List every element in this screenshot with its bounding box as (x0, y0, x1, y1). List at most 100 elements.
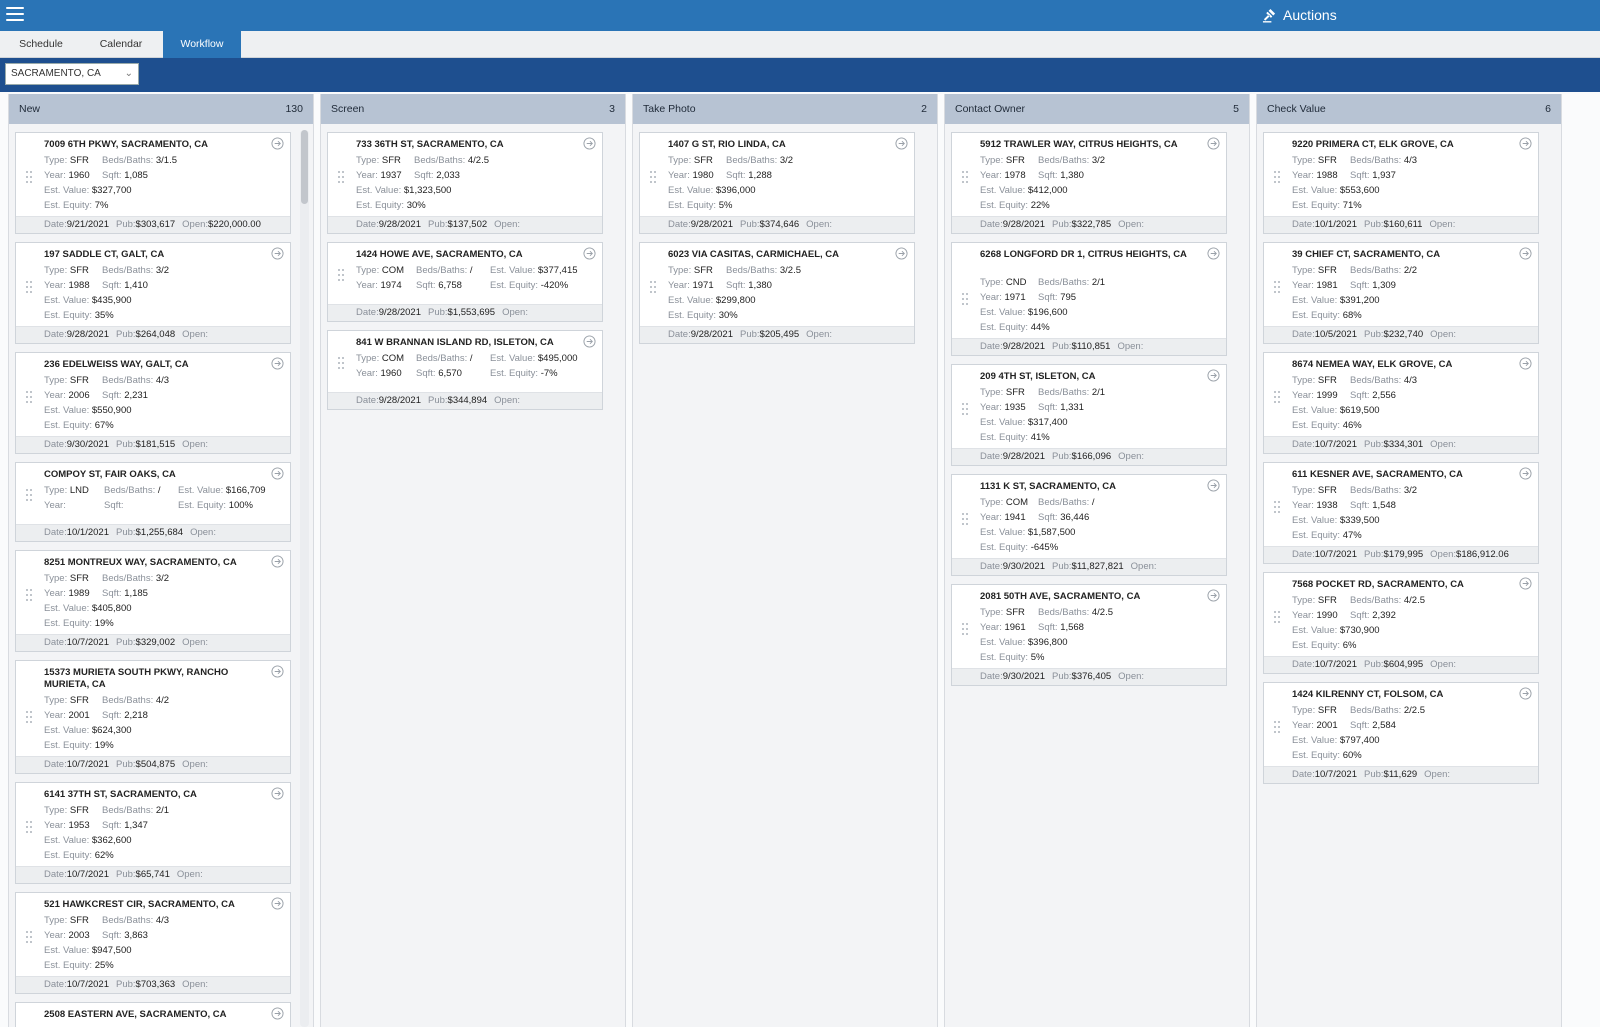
column-scrollbar[interactable] (300, 130, 309, 1027)
property-card[interactable]: 733 36TH ST, SACRAMENTO, CA Type: SFR Beds… (327, 132, 603, 234)
property-card[interactable]: 6141 37TH ST, SACRAMENTO, CA Type: SFR Bed… (15, 782, 291, 884)
property-card[interactable]: 7568 POCKET RD, SACRAMENTO, CA Type: SFR B… (1263, 572, 1539, 674)
property-card[interactable]: 5912 TRAWLER WAY, CITRUS HEIGHTS, CA Type… (951, 132, 1227, 234)
drag-handle-icon[interactable] (650, 281, 656, 293)
arrow-circle-right-icon[interactable] (1207, 137, 1220, 150)
arrow-circle-right-icon[interactable] (1519, 357, 1532, 370)
drag-handle-icon[interactable] (962, 171, 968, 183)
property-card[interactable]: 236 EDELWEISS WAY, GALT, CA Type: SFR Beds… (15, 352, 291, 454)
arrow-circle-right-icon[interactable] (1519, 577, 1532, 590)
location-select[interactable]: SACRAMENTO, CA ⌄ (5, 63, 139, 85)
property-card[interactable]: 1424 KILRENNY CT, FOLSOM, CA Type: SFR Bed… (1263, 682, 1539, 784)
drag-handle-icon[interactable] (338, 269, 344, 281)
drag-handle-icon[interactable] (338, 357, 344, 369)
property-card[interactable]: 1424 HOWE AVE, SACRAMENTO, CA Type: COM Be… (327, 242, 603, 322)
footer-pub-value: $264,048 (135, 329, 176, 340)
arrow-circle-right-icon[interactable] (1207, 479, 1220, 492)
property-card[interactable]: 841 W BRANNAN ISLAND RD, ISLETON, CA Type… (327, 330, 603, 410)
drag-handle-icon[interactable] (650, 171, 656, 183)
property-card[interactable]: 2508 EASTERN AVE, SACRAMENTO, CA (15, 1002, 291, 1027)
arrow-circle-right-icon[interactable] (1519, 687, 1532, 700)
arrow-circle-right-icon[interactable] (1207, 247, 1220, 260)
arrow-circle-right-icon[interactable] (271, 467, 284, 480)
property-card[interactable]: 8251 MONTREUX WAY, SACRAMENTO, CA Type: S… (15, 550, 291, 652)
arrow-circle-right-icon[interactable] (271, 787, 284, 800)
property-card[interactable]: 2081 50TH AVE, SACRAMENTO, CA Type: SFR Be… (951, 584, 1227, 686)
arrow-circle-right-icon[interactable] (583, 335, 596, 348)
drag-handle-icon[interactable] (26, 711, 32, 723)
footer-date-label: Date: (44, 329, 67, 340)
arrow-circle-right-icon[interactable] (583, 137, 596, 150)
sqft-value: 1,331 (1060, 402, 1084, 413)
drag-handle-icon[interactable] (962, 403, 968, 415)
drag-handle-icon[interactable] (26, 281, 32, 293)
property-card[interactable]: 7009 6TH PKWY, SACRAMENTO, CA Type: SFR Be… (15, 132, 291, 234)
drag-handle-icon[interactable] (1274, 281, 1280, 293)
drag-handle-icon[interactable] (1274, 611, 1280, 623)
card-footer: Date:9/28/2021 Pub:$322,785 Open: (952, 216, 1226, 233)
drag-handle-icon[interactable] (26, 821, 32, 833)
arrow-circle-right-icon[interactable] (271, 555, 284, 568)
tab-schedule[interactable]: Schedule (4, 31, 78, 58)
app-brand[interactable]: Auctions (1262, 7, 1337, 23)
sqft-label: Sqft: (416, 280, 436, 291)
drag-handle-icon[interactable] (338, 171, 344, 183)
hamburger-menu-icon[interactable] (6, 7, 24, 23)
arrow-circle-right-icon[interactable] (895, 137, 908, 150)
arrow-circle-right-icon[interactable] (1519, 247, 1532, 260)
drag-handle-icon[interactable] (26, 171, 32, 183)
property-card[interactable]: 611 KESNER AVE, SACRAMENTO, CA Type: SFR B… (1263, 462, 1539, 564)
footer-pub-label: Pub: (115, 637, 136, 648)
arrow-circle-right-icon[interactable] (583, 247, 596, 260)
tab-workflow[interactable]: Workflow (163, 31, 241, 58)
property-card[interactable]: 197 SADDLE CT, GALT, CA Type: SFR Beds/Bat… (15, 242, 291, 344)
footer-date-value: 9/28/2021 (1002, 451, 1045, 462)
property-card[interactable]: 521 HAWKCREST CIR, SACRAMENTO, CA Type: S… (15, 892, 291, 994)
arrow-circle-right-icon[interactable] (1519, 467, 1532, 480)
property-card[interactable]: 8674 NEMEA WAY, ELK GROVE, CA Type: SFR Be… (1263, 352, 1539, 454)
sqft: Sqft: 1,347 (102, 820, 148, 832)
drag-handle-icon[interactable] (1274, 171, 1280, 183)
property-card[interactable]: 39 CHIEF CT, SACRAMENTO, CA Type: SFR Beds… (1263, 242, 1539, 344)
property-card[interactable]: 9220 PRIMERA CT, ELK GROVE, CA Type: SFR B… (1263, 132, 1539, 234)
property-card[interactable]: 209 4TH ST, ISLETON, CA Type: SFR Beds/Bat… (951, 364, 1227, 466)
sqft-label: Sqft: (102, 280, 122, 291)
year: Year: 1978 (980, 170, 1026, 182)
property-card[interactable]: COMPOY ST, FAIR OAKS, CA Type: LND Beds/Ba… (15, 462, 291, 542)
drag-handle-icon[interactable] (1274, 501, 1280, 513)
footer-pub-label: Pub: (1363, 549, 1384, 560)
footer-date-label: Date: (44, 219, 67, 230)
arrow-circle-right-icon[interactable] (1207, 369, 1220, 382)
beds-baths-value: / (157, 485, 161, 496)
arrow-circle-right-icon[interactable] (1207, 589, 1220, 602)
est-value-value: $435,900 (91, 295, 132, 306)
drag-handle-icon[interactable] (1274, 391, 1280, 403)
property-card[interactable]: 6023 VIA CASITAS, CARMICHAEL, CA Type: SF… (639, 242, 915, 344)
property-card[interactable]: 15373 MURIETA SOUTH PKWY, RANCHO MURIETA… (15, 660, 291, 774)
est-value-value: $412,000 (1027, 185, 1068, 196)
est-value: Est. Value: $624,300 (44, 725, 132, 737)
scrollbar-thumb[interactable] (301, 130, 308, 204)
arrow-circle-right-icon[interactable] (271, 1007, 284, 1020)
property-card[interactable]: 1131 K ST, SACRAMENTO, CA Type: COM Beds/B… (951, 474, 1227, 576)
type-value: SFR (1005, 387, 1025, 398)
arrow-circle-right-icon[interactable] (271, 247, 284, 260)
drag-handle-icon[interactable] (26, 391, 32, 403)
property-card[interactable]: 6268 LONGFORD DR 1, CITRUS HEIGHTS, CA Ty… (951, 242, 1227, 356)
drag-handle-icon[interactable] (962, 623, 968, 635)
arrow-circle-right-icon[interactable] (271, 665, 284, 678)
drag-handle-icon[interactable] (26, 489, 32, 501)
drag-handle-icon[interactable] (26, 931, 32, 943)
arrow-circle-right-icon[interactable] (1519, 137, 1532, 150)
arrow-circle-right-icon[interactable] (271, 357, 284, 370)
drag-handle-icon[interactable] (1274, 721, 1280, 733)
arrow-circle-right-icon[interactable] (271, 897, 284, 910)
column-title: Check Value (1267, 103, 1326, 115)
arrow-circle-right-icon[interactable] (271, 137, 284, 150)
tab-calendar[interactable]: Calendar (82, 31, 160, 58)
drag-handle-icon[interactable] (962, 293, 968, 305)
drag-handle-icon[interactable] (26, 589, 32, 601)
arrow-circle-right-icon[interactable] (895, 247, 908, 260)
property-card[interactable]: 1407 G ST, RIO LINDA, CA Type: SFR Beds/Ba… (639, 132, 915, 234)
drag-handle-icon[interactable] (962, 513, 968, 525)
